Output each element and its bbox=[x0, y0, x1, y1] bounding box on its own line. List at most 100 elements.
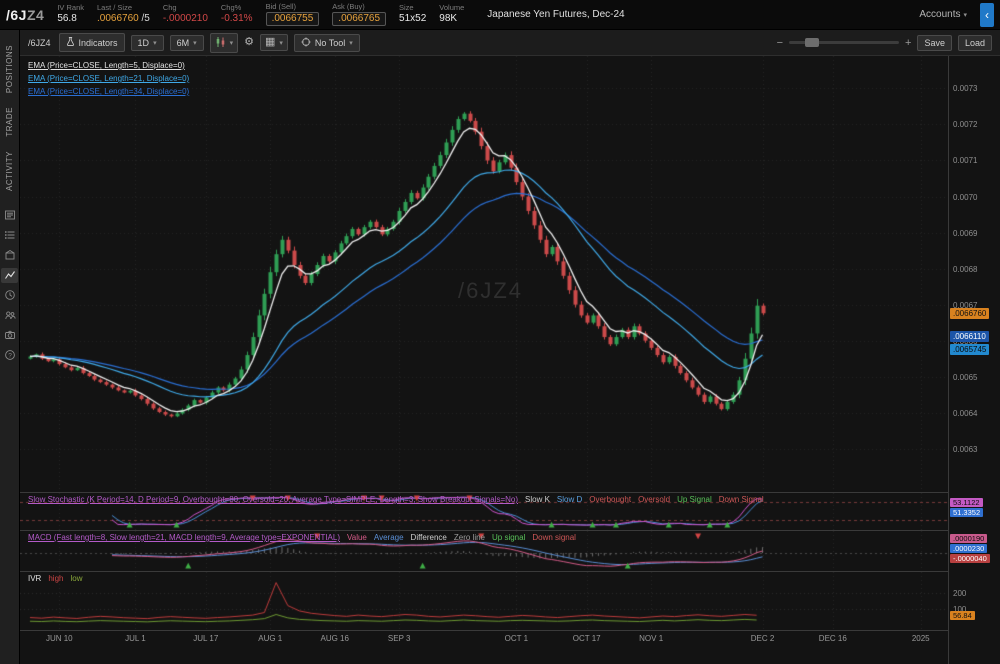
svg-text:?: ? bbox=[8, 353, 12, 360]
quote-value-text: 98K bbox=[439, 13, 457, 24]
symbol-suffix: Z4 bbox=[27, 7, 44, 23]
macd-legend-item-difference[interactable]: Difference bbox=[411, 533, 447, 542]
macd-difference-label: -.0000040 bbox=[950, 554, 990, 563]
charts-icon[interactable] bbox=[1, 268, 18, 283]
time-axis-label: DEC 16 bbox=[811, 634, 855, 643]
working-orders-icon[interactable] bbox=[1, 228, 18, 243]
last-price-label: .0066760 bbox=[950, 308, 989, 319]
price-axis-tick: 0.0065 bbox=[953, 373, 977, 382]
quote-field-value: 56.8 bbox=[57, 13, 84, 25]
community-icon[interactable] bbox=[1, 308, 18, 323]
time-axis[interactable]: JUN 10JUL 1JUL 17AUG 1AUG 16SEP 3OCT 1OC… bbox=[20, 630, 948, 648]
ivr-legend-item-low[interactable]: low bbox=[70, 574, 82, 583]
stochastic-panel: Slow Stochastic (K Period=14, D Period=9… bbox=[20, 493, 948, 530]
quote-field-value: 51x52 bbox=[399, 13, 426, 25]
help-icon[interactable]: ? bbox=[1, 348, 18, 363]
zoom-slider-handle[interactable] bbox=[805, 38, 819, 47]
ema34-legend[interactable]: EMA (Price=CLOSE, Length=34, Displace=0) bbox=[28, 87, 189, 96]
price-chart[interactable] bbox=[20, 56, 948, 492]
stoch-legend-item-up-signal[interactable]: Up Signal bbox=[677, 495, 712, 504]
price-axis-column[interactable]: 0.00730.00720.00710.00700.00690.00680.00… bbox=[948, 56, 1000, 664]
quote-field-last-size: Last / Size.0066760 /5 bbox=[97, 4, 150, 24]
time-axis-label: JUN 10 bbox=[37, 634, 81, 643]
ema-legend: EMA (Price=CLOSE, Length=5, Displace=0) … bbox=[28, 61, 189, 96]
stoch-legend-item-down-signal[interactable]: Down Signal bbox=[719, 495, 764, 504]
load-button[interactable]: Load bbox=[958, 35, 992, 51]
time-axis-label: DEC 2 bbox=[741, 634, 785, 643]
ivr-legend-item-ivr[interactable]: IVR bbox=[28, 574, 41, 583]
quote-value-text: .0066755 bbox=[272, 13, 314, 24]
contract-title: Japanese Yen Futures, Dec-24 bbox=[487, 9, 624, 20]
zoom-out-button[interactable]: − bbox=[777, 37, 783, 49]
macd-legend-title[interactable]: MACD (Fast length=8, Slow length=21, MAC… bbox=[28, 533, 340, 542]
layout-grid-dropdown[interactable]: ▦ ▾ bbox=[260, 34, 288, 51]
ema-price-label: .0065745 bbox=[950, 344, 989, 355]
macd-legend-item-zero-line[interactable]: Zero line bbox=[454, 533, 485, 542]
quote-field-chg: Chg-.0000210 bbox=[163, 4, 208, 24]
gear-icon[interactable]: ⚙ bbox=[244, 37, 254, 48]
quote-value-text: 51x52 bbox=[399, 13, 426, 24]
zoom-slider[interactable] bbox=[789, 41, 899, 44]
ema5-legend[interactable]: EMA (Price=CLOSE, Length=5, Displace=0) bbox=[28, 61, 189, 70]
news-icon[interactable] bbox=[1, 208, 18, 223]
ivr-legend-item-high[interactable]: high bbox=[48, 574, 63, 583]
macd-legend: MACD (Fast length=8, Slow length=21, MAC… bbox=[28, 533, 576, 542]
price-axis-tick: 0.0064 bbox=[953, 409, 977, 418]
stoch-legend-item-slow-d[interactable]: Slow D bbox=[557, 495, 582, 504]
sidebar-tab-trade[interactable]: TRADE bbox=[5, 100, 14, 144]
chart-watermark: /6JZ4 bbox=[458, 278, 523, 304]
quote-field-bid-sell: Bid (Sell).0066755 bbox=[266, 3, 320, 25]
quote-field-value: .0066760 /5 bbox=[97, 13, 150, 25]
accounts-label: Accounts bbox=[919, 9, 960, 20]
macd-legend-item-down-signal[interactable]: Down signal bbox=[532, 533, 576, 542]
symbol-root: /6J bbox=[6, 7, 27, 23]
range-dropdown[interactable]: 6M ▾ bbox=[170, 35, 204, 51]
time-axis-label: OCT 1 bbox=[494, 634, 538, 643]
stoch-legend-item-slow-k[interactable]: Slow K bbox=[525, 495, 550, 504]
time-axis-label: SEP 3 bbox=[377, 634, 421, 643]
ema21-legend[interactable]: EMA (Price=CLOSE, Length=21, Displace=0) bbox=[28, 74, 189, 83]
quote-field-label: Chg% bbox=[221, 4, 253, 13]
trading-app-window: /6JZ4 IV Rank56.8Last / Size.0066760 /5C… bbox=[0, 0, 1000, 664]
stoch-legend-title[interactable]: Slow Stochastic (K Period=14, D Period=9… bbox=[28, 495, 518, 504]
macd-legend-item-average[interactable]: Average bbox=[374, 533, 404, 542]
macd-value-label: .0000190 bbox=[950, 534, 987, 543]
macd-legend-item-value[interactable]: Value bbox=[347, 533, 367, 542]
accounts-dropdown[interactable]: Accounts ▾ bbox=[919, 9, 967, 20]
quote-field-value: -.0000210 bbox=[163, 13, 208, 25]
left-sidebar: POSITIONSTRADEACTIVITY ? bbox=[0, 30, 20, 664]
time-axis-label: 2025 bbox=[899, 634, 943, 643]
quote-field-value: -0.31% bbox=[221, 13, 253, 25]
indicators-button[interactable]: Indicators bbox=[59, 33, 125, 52]
quote-field-value: 98K bbox=[439, 13, 464, 25]
stoch-legend-item-overbought[interactable]: Overbought bbox=[589, 495, 631, 504]
quote-field-chg: Chg%-0.31% bbox=[221, 4, 253, 24]
clock-icon[interactable] bbox=[1, 288, 18, 303]
zoom-in-button[interactable]: + bbox=[905, 37, 911, 49]
save-button[interactable]: Save bbox=[917, 35, 952, 51]
quote-field-label: Last / Size bbox=[97, 4, 150, 13]
quote-field-label: Chg bbox=[163, 4, 208, 13]
chevron-down-icon: ▾ bbox=[963, 11, 967, 19]
macd-legend-item-up-signal[interactable]: Up signal bbox=[492, 533, 525, 542]
quote-fields: IV Rank56.8Last / Size.0066760 /5Chg-.00… bbox=[57, 3, 464, 25]
sidebar-tab-activity[interactable]: ACTIVITY bbox=[5, 144, 14, 198]
ivr-axis-tick: 200 bbox=[953, 589, 966, 598]
camera-icon[interactable] bbox=[1, 328, 18, 343]
stoch-legend-item-oversold[interactable]: Oversold bbox=[638, 495, 670, 504]
collapse-panel-button[interactable]: ‹ bbox=[980, 3, 994, 27]
products-icon[interactable] bbox=[1, 248, 18, 263]
quote-field-value[interactable]: .0066755 bbox=[266, 12, 320, 26]
drawing-tool-dropdown[interactable]: No Tool ▾ bbox=[294, 34, 360, 52]
timeframe-dropdown[interactable]: 1D ▾ bbox=[131, 35, 164, 51]
ivr-legend: IVR highlow bbox=[28, 574, 82, 583]
quote-field-value[interactable]: .0066765 bbox=[332, 12, 386, 26]
quote-field-size: Size51x52 bbox=[399, 4, 426, 24]
symbol-title: /6JZ4 bbox=[6, 7, 44, 23]
quote-value-text: .0066760 bbox=[97, 13, 139, 24]
candlestick-chart-icon bbox=[215, 36, 226, 50]
chart-type-dropdown[interactable]: ▾ bbox=[210, 33, 239, 53]
ivr-chart[interactable] bbox=[20, 572, 948, 630]
quote-field-label: Ask (Buy) bbox=[332, 3, 386, 12]
sidebar-tab-positions[interactable]: POSITIONS bbox=[5, 38, 14, 100]
